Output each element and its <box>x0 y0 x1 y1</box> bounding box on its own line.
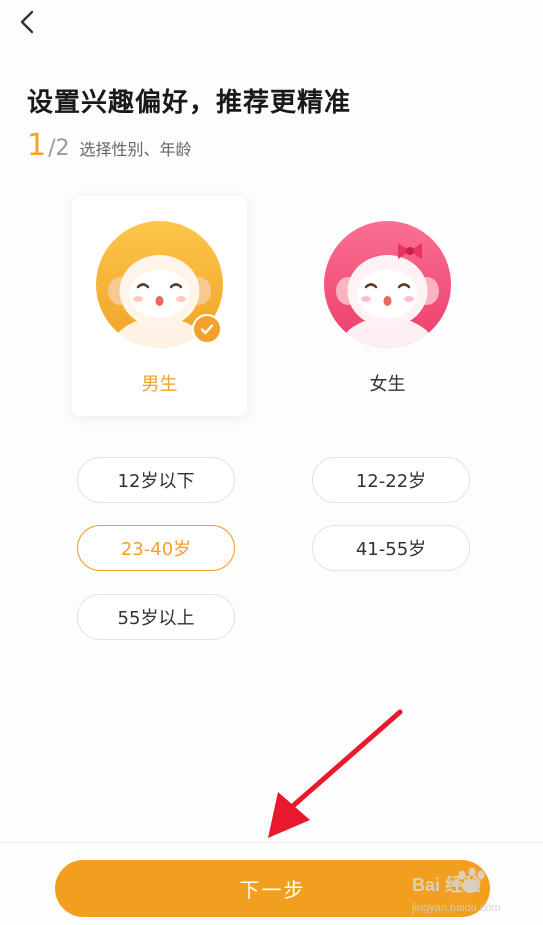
step-description: 选择性别、年龄 <box>79 140 192 159</box>
gender-label-female: 女生 <box>369 374 406 395</box>
gender-option-female[interactable]: 女生 <box>300 196 475 416</box>
preference-screen: 设置兴趣偏好，推荐更精准 1 / 2 选择性别、年龄 男生 女生 12岁以下 1… <box>0 0 543 925</box>
age-chip-12-22[interactable]: 12-22岁 <box>312 457 470 503</box>
step-total: 2 <box>55 136 70 161</box>
page-title: 设置兴趣偏好，推荐更精准 <box>27 88 352 118</box>
age-chip-41-55[interactable]: 41-55岁 <box>312 525 470 571</box>
selected-check-badge <box>192 314 222 344</box>
age-chip-under-12[interactable]: 12岁以下 <box>77 457 235 503</box>
baidu-watermark: Bai 经验 jingyan.baidu.com <box>410 862 530 917</box>
check-icon <box>200 324 214 335</box>
age-chip-over-55[interactable]: 55岁以上 <box>77 594 235 640</box>
watermark-url: jingyan.baidu.com <box>411 902 501 914</box>
step-indicator: 1 / 2 选择性别、年龄 <box>27 128 192 163</box>
gender-option-male[interactable]: 男生 <box>72 196 247 416</box>
girl-avatar-icon <box>324 221 451 348</box>
step-separator: / <box>48 136 56 161</box>
chevron-left-icon <box>20 10 34 34</box>
back-button[interactable] <box>14 8 42 36</box>
age-chip-23-40[interactable]: 23-40岁 <box>77 525 235 571</box>
step-current: 1 <box>27 128 47 163</box>
boy-avatar-icon <box>96 221 223 348</box>
watermark-brand: Bai 经验 <box>412 874 482 895</box>
gender-label-male: 男生 <box>141 374 178 395</box>
annotation-arrow-icon <box>268 709 403 838</box>
